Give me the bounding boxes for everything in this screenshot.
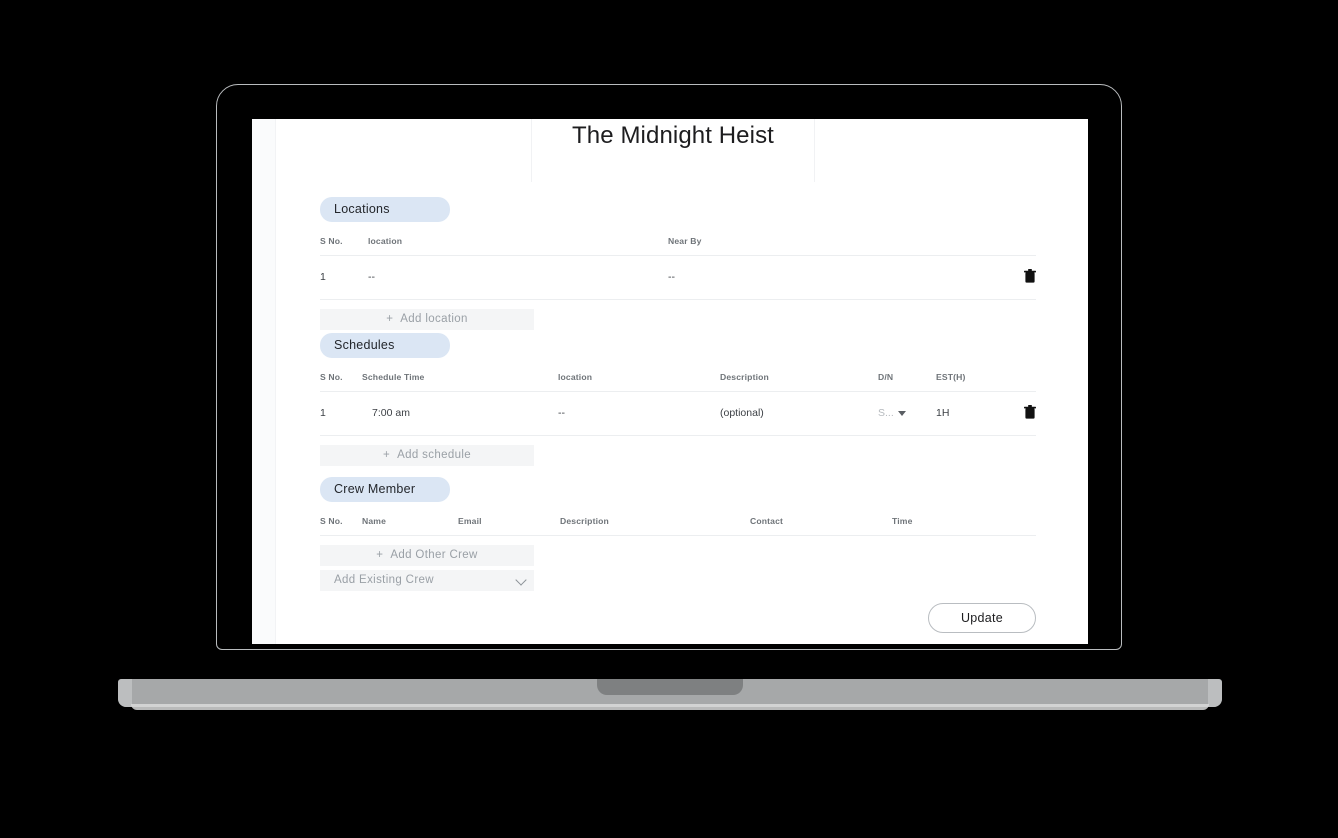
locations-cell-sno: 1 bbox=[320, 255, 368, 300]
schedules-col-est: EST(H) bbox=[936, 371, 966, 382]
schedules-cell-est[interactable]: 1H bbox=[936, 391, 978, 436]
plus-icon: + bbox=[383, 448, 391, 461]
locations-col-nearby: Near By bbox=[668, 235, 702, 246]
crew-table: S No. Name Email Description Contact Tim… bbox=[320, 516, 1036, 536]
schedules-col-sno: S No. bbox=[320, 371, 343, 382]
locations-cell-actions bbox=[978, 255, 1036, 300]
add-schedule-button[interactable]: + Add schedule bbox=[320, 444, 534, 466]
locations-col-location: location bbox=[368, 235, 403, 246]
left-rail bbox=[252, 119, 276, 644]
schedules-section: Schedules S No. Schedule Time location D bbox=[320, 333, 1036, 466]
chevron-down-icon bbox=[897, 410, 906, 416]
add-existing-crew-label: Add Existing Crew bbox=[334, 573, 434, 586]
plus-icon: + bbox=[376, 548, 384, 561]
schedules-cell-sno: 1 bbox=[320, 391, 362, 436]
schedules-cell-actions bbox=[978, 391, 1036, 436]
crew-col-contact: Contact bbox=[750, 515, 784, 526]
locations-section-pill: Locations bbox=[320, 197, 450, 222]
laptop-base-foot-right bbox=[1208, 679, 1222, 707]
laptop-base-shadow bbox=[131, 704, 1209, 710]
laptop-base-notch bbox=[597, 679, 743, 695]
crew-col-email: Email bbox=[458, 515, 482, 526]
laptop-mockup: The Midnight Heist Locations S No. locat… bbox=[0, 0, 1338, 838]
locations-cell-nearby[interactable]: -- bbox=[668, 255, 978, 300]
locations-section: Locations S No. location Near By 1 -- --… bbox=[320, 197, 1036, 330]
locations-col-sno: S No. bbox=[320, 235, 343, 246]
schedules-col-time: Schedule Time bbox=[362, 371, 425, 382]
chevron-down-icon bbox=[515, 573, 527, 586]
schedules-col-description: Description bbox=[720, 371, 769, 382]
add-other-crew-label: Add Other Crew bbox=[390, 548, 478, 561]
update-button[interactable]: Update bbox=[928, 603, 1036, 633]
crew-col-sno: S No. bbox=[320, 515, 343, 526]
schedules-cell-time[interactable]: 7:00 am bbox=[362, 391, 558, 436]
trash-icon[interactable] bbox=[1024, 404, 1036, 419]
app-page: The Midnight Heist Locations S No. locat… bbox=[252, 119, 1088, 644]
add-location-button[interactable]: + Add location bbox=[320, 308, 534, 330]
crew-section: Crew Member S No. Name Email Description bbox=[320, 477, 1036, 591]
schedules-cell-description[interactable]: (optional) bbox=[720, 391, 878, 436]
table-row: 1 7:00 am -- (optional) S... 1H bbox=[320, 391, 1036, 436]
crew-table-header-row: S No. Name Email Description Contact Tim… bbox=[320, 515, 1036, 535]
crew-col-description: Description bbox=[560, 515, 609, 526]
schedules-col-actions bbox=[978, 372, 1036, 392]
add-location-label: Add location bbox=[400, 312, 468, 325]
crew-section-pill: Crew Member bbox=[320, 477, 450, 502]
page-title: The Midnight Heist bbox=[572, 122, 774, 149]
schedules-col-location: location bbox=[558, 371, 593, 382]
screenshot-stage: The Midnight Heist Locations S No. locat… bbox=[0, 0, 1338, 838]
schedules-col-dn: D/N bbox=[878, 371, 894, 382]
add-other-crew-button[interactable]: + Add Other Crew bbox=[320, 544, 534, 566]
schedules-table: S No. Schedule Time location Description… bbox=[320, 372, 1036, 436]
plus-icon: + bbox=[386, 312, 394, 325]
trash-icon[interactable] bbox=[1024, 268, 1036, 283]
crew-col-name: Name bbox=[362, 515, 387, 526]
add-existing-crew-select[interactable]: Add Existing Crew bbox=[320, 569, 534, 591]
schedules-cell-dn[interactable]: S... bbox=[878, 391, 936, 436]
laptop-base-foot-left bbox=[118, 679, 132, 707]
dn-select[interactable]: S... bbox=[878, 407, 906, 419]
table-row: 1 -- -- bbox=[320, 255, 1036, 300]
locations-table-header-row: S No. location Near By bbox=[320, 235, 1036, 256]
page-header: The Midnight Heist bbox=[276, 119, 1088, 183]
dn-select-value: S... bbox=[878, 407, 894, 419]
schedules-table-header-row: S No. Schedule Time location Description… bbox=[320, 371, 1036, 392]
add-schedule-label: Add schedule bbox=[397, 448, 471, 461]
schedules-cell-location[interactable]: -- bbox=[558, 391, 720, 436]
locations-col-actions bbox=[978, 236, 1036, 256]
locations-table: S No. location Near By 1 -- -- bbox=[320, 236, 1036, 300]
crew-col-time: Time bbox=[892, 515, 913, 526]
locations-cell-location[interactable]: -- bbox=[368, 255, 668, 300]
schedules-section-pill: Schedules bbox=[320, 333, 450, 358]
laptop-screen: The Midnight Heist Locations S No. locat… bbox=[252, 119, 1088, 644]
footer-actions: Update bbox=[320, 603, 1036, 633]
